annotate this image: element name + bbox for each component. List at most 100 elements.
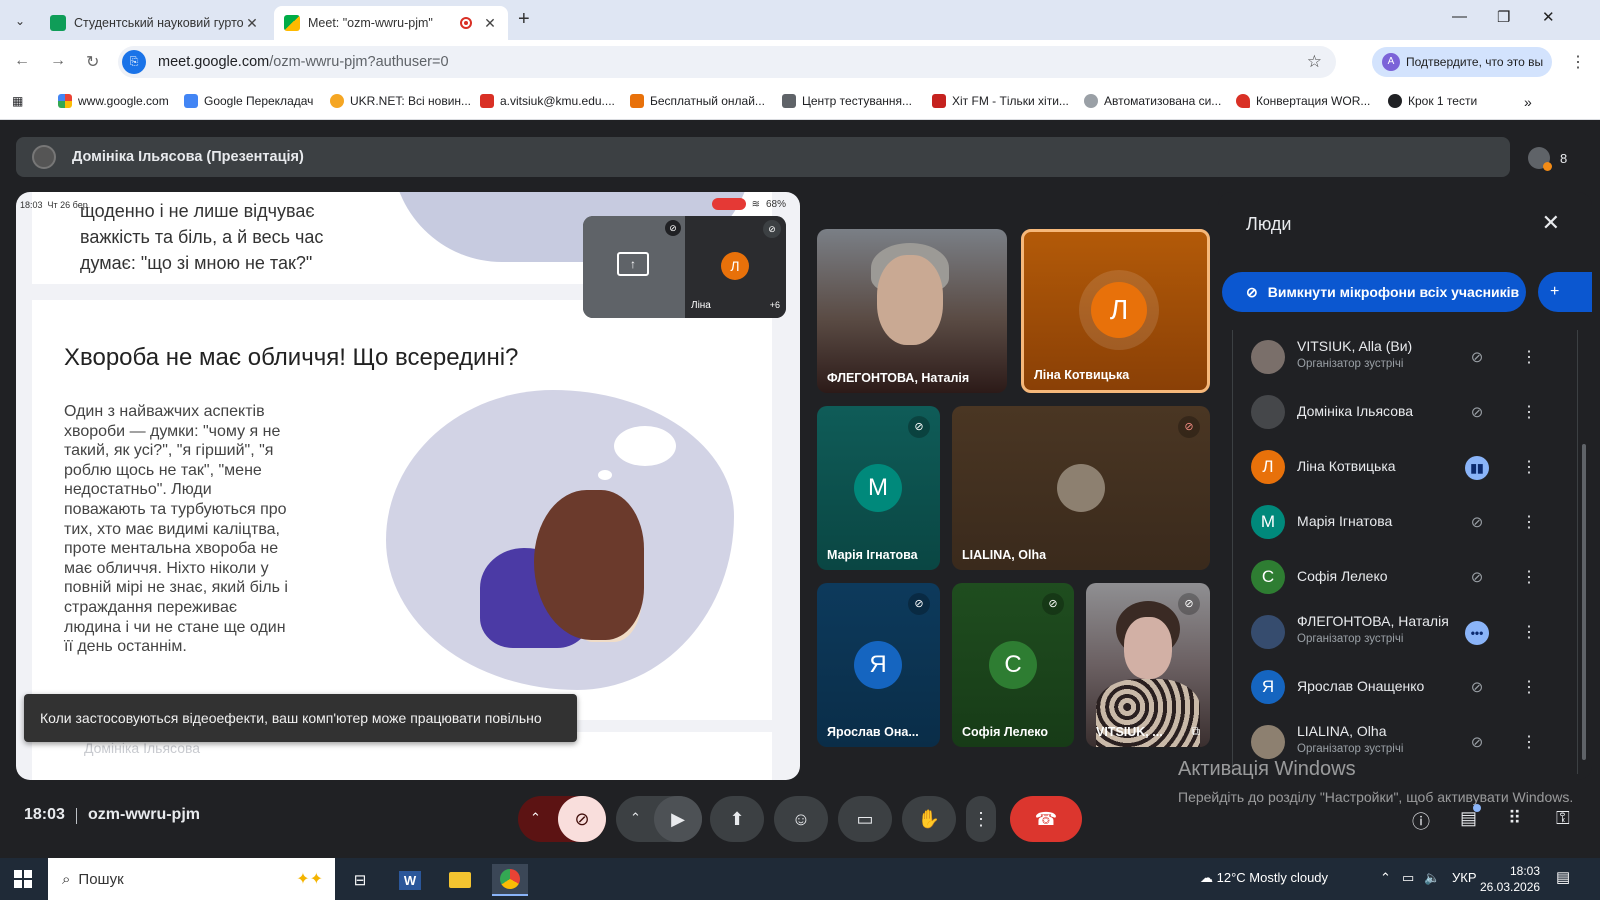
notifications-icon[interactable]: ▤ [1556,868,1570,886]
chat-icon[interactable]: ▤ [1460,804,1482,829]
apps-grid-icon[interactable]: ▦ [12,94,23,108]
more-options-icon[interactable]: ⋮ [1521,456,1537,480]
host-controls-icon[interactable]: ⚿ [1556,808,1570,829]
present-screen-icon: ↑ [617,252,649,276]
weather-widget[interactable]: ☁ 12°C Mostly cloudy [1200,870,1328,886]
show-hidden-icons[interactable]: ⌃ [1380,870,1391,886]
bookmark-krok[interactable]: Крок 1 тести [1388,94,1477,108]
camera-options-chevron-icon[interactable]: ⌃ [630,810,641,826]
camera-button[interactable]: ▶ [654,796,702,842]
self-view-panel[interactable]: ↑ Л Ліна +6 ⊘ ⊘ [583,216,786,318]
language-indicator[interactable]: УКР [1452,870,1477,885]
bookmarks-bar: ▦ www.google.com Google Перекладач UKR.N… [0,84,1600,120]
site-info-icon[interactable]: ⎘ [122,50,146,74]
tile-lialina[interactable]: ⊘ LIALINA, Olha [952,406,1210,570]
reload-icon[interactable]: ↻ [86,52,99,72]
tile-yaroslav[interactable]: ⊘ Я Ярослав Она... [817,583,940,747]
network-icon[interactable]: ▭ [1402,870,1414,886]
file-explorer-icon[interactable] [442,864,478,896]
google-icon [58,94,72,108]
window-close-icon[interactable]: ✕ [1542,8,1555,26]
more-options-icon[interactable]: ⋮ [1521,346,1537,370]
meeting-info-icon[interactable]: ⓘ [1412,808,1430,834]
list-item[interactable]: М Марія Ігнатова ⊘ ⋮ [1233,495,1579,551]
self-avatar: Л [721,252,749,280]
more-bookmarks-icon[interactable]: » [1524,94,1532,110]
emoji-reactions-button[interactable]: ☺ [774,796,828,842]
list-item[interactable]: Я Ярослав Онащенко ⊘ ⋮ [1233,660,1579,716]
mic-off-icon: ⊘ [1470,569,1484,586]
tile-avatar-photo [1057,464,1105,512]
tile-maria[interactable]: ⊘ М Марія Ігнатова [817,406,940,570]
tile-flegontova[interactable]: ФЛЕГОНТОВА, Наталія [817,229,1007,393]
participant-count-button[interactable]: 8 [1528,143,1588,173]
bookmark-online[interactable]: Бесплатный онлай... [630,94,765,108]
tab-close-icon[interactable]: ✕ [244,15,260,32]
tile-vitsiuk[interactable]: ⊘ VITSIUK, ... ⧉ [1086,583,1210,747]
more-options-icon[interactable]: ⋮ [1521,731,1537,755]
word-icon[interactable]: W [392,864,428,896]
bookmark-star-icon[interactable]: ☆ [1307,52,1322,72]
thought-bubble-small [598,470,612,480]
list-item[interactable]: ФЛЕГОНТОВА, Наталія Організатор зустрічі… [1233,605,1579,661]
more-options-icon[interactable]: ⋮ [1521,621,1537,645]
bookmark-hitfm[interactable]: Хіт FM - Тільки хіти... [932,94,1069,108]
people-list-scrollbar[interactable] [1582,444,1586,760]
bookmark-automated-system[interactable]: Автоматизована си... [1084,94,1221,108]
more-options-icon[interactable]: ⋮ [1521,511,1537,535]
more-options-icon[interactable]: ⋮ [1521,401,1537,425]
more-options-icon[interactable]: ⋮ [1521,566,1537,590]
microphone-button[interactable]: ⊘ [558,796,606,842]
task-view-icon[interactable]: ⊟ [342,864,378,896]
captions-button[interactable]: ▭ [838,796,892,842]
new-tab-icon[interactable]: + [518,8,530,31]
tile-avatar: М [854,464,902,512]
bookmark-gmail[interactable]: a.vitsiuk@kmu.edu.... [480,94,615,108]
bookmark-convert-word[interactable]: Конвертация WOR... [1236,94,1370,108]
end-call-button[interactable]: ☎ [1010,796,1082,842]
more-options-button[interactable]: ⋮ [966,796,996,842]
weather-text: 12°C Mostly cloudy [1216,870,1329,885]
tab-close-icon[interactable]: ✕ [482,15,498,32]
list-item[interactable]: С Софія Лелеко ⊘ ⋮ [1233,550,1579,606]
mic-off-icon: ⊘ [665,220,681,236]
tab-google-meet[interactable]: Meet: "ozm-wwru-pjm" ✕ [274,6,508,40]
person-name: ФЛЕГОНТОВА, Наталія [1297,613,1449,629]
restore-icon[interactable]: ❐ [1497,8,1510,26]
taskbar-clock[interactable]: 18:03 26.03.2026 [1480,863,1540,895]
tab-student-group[interactable]: Студентський науковий гурток ✕ [40,6,270,40]
mute-all-button[interactable]: ⊘ Вимкнути мікрофони всіх учасників [1222,272,1526,312]
present-screen-button[interactable]: ⬆ [710,796,764,842]
forward-icon[interactable]: → [50,52,66,70]
bookmark-google[interactable]: www.google.com [58,94,169,108]
picture-in-picture-icon[interactable]: ⧉ [1191,724,1200,739]
translate-icon [184,94,198,108]
back-icon[interactable]: ← [14,52,30,70]
minimize-icon[interactable]: — [1452,8,1467,25]
tile-lina[interactable]: Л Ліна Котвицька [1021,229,1210,393]
bookmark-testing-center[interactable]: Центр тестування... [782,94,912,108]
close-panel-icon[interactable]: ✕ [1542,210,1560,236]
raise-hand-button[interactable]: ✋ [902,796,956,842]
bookmark-ukrnet[interactable]: UKR.NET: Всі новин... [330,94,471,108]
url-text: meet.google.com/ozm-wwru-pjm?authuser=0 [158,54,449,70]
list-item[interactable]: Домініка Ільясова ⊘ ⋮ [1233,385,1579,441]
volume-icon[interactable]: 🔈 [1424,870,1440,886]
list-item[interactable]: VITSIUK, Alla (Ви) Організатор зустрічі … [1233,330,1579,386]
address-bar[interactable]: ⎘ meet.google.com/ozm-wwru-pjm?authuser=… [118,46,1336,78]
profile-button[interactable]: A Подтвердите, что это вы [1372,47,1552,77]
mic-options-chevron-icon[interactable]: ⌃ [530,810,541,826]
people-panel-title: Люди [1246,214,1292,234]
add-people-icon[interactable]: + [1538,272,1592,312]
more-options-icon[interactable]: ⋮ [1521,676,1537,700]
chrome-icon[interactable] [492,864,528,896]
chrome-menu-icon[interactable]: ⋮ [1570,52,1586,72]
bookmark-translate[interactable]: Google Перекладач [184,94,313,108]
tab-search-icon[interactable]: ⌄ [8,9,32,33]
list-item[interactable]: Л Ліна Котвицька ▮▮ ⋮ [1233,440,1579,496]
windows-start-icon[interactable] [14,870,32,888]
tile-sofia[interactable]: ⊘ С Софія Лелеко [952,583,1074,747]
search-label: Пошук [78,870,124,888]
activities-icon[interactable]: ⠿ [1508,808,1521,829]
taskbar-search[interactable]: ⌕ Пошук ✦✦ [48,858,335,900]
